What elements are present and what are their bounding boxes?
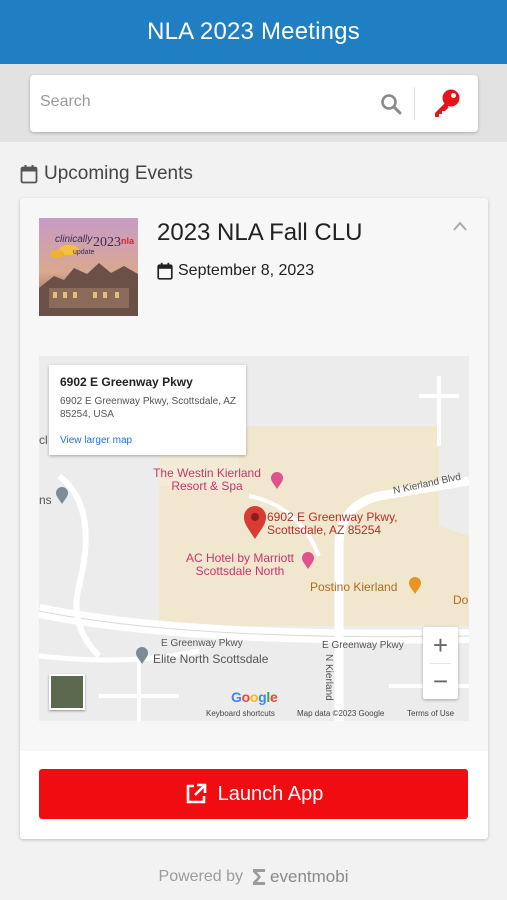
search-band: Search [0, 64, 507, 142]
eventmobi-brand: eventmobi [270, 867, 349, 886]
calendar-icon [20, 165, 38, 184]
street-greenway-right: E Greenway Pkwy [322, 640, 404, 651]
svg-text:nla: nla [121, 236, 135, 246]
search-input[interactable]: Search [40, 93, 91, 111]
map-label-cl: cl [39, 433, 48, 447]
map-label-do: Do [453, 593, 469, 607]
map-pin-icon [136, 647, 148, 664]
map-label-westin: The Westin Kierland Resort & Spa [153, 466, 261, 493]
map-data-attribution: Map data ©2023 Google [297, 709, 385, 718]
calendar-icon [157, 262, 173, 280]
powered-by: Powered by eventmobi [0, 867, 507, 887]
map-pin-icon [409, 577, 421, 594]
street-n-kierland: N Kierland [323, 654, 334, 701]
svg-text:2023: 2023 [93, 235, 121, 250]
map-label-ns: ns [39, 493, 52, 507]
map-pin-icon [56, 487, 68, 504]
google-logo: Google [231, 689, 278, 705]
search-box[interactable]: Search [30, 75, 478, 132]
map-label-elite: Elite North Scottsdale [153, 652, 269, 666]
event-thumbnail: clinically 2023 nla update [39, 218, 138, 316]
app-header: NLA 2023 Meetings [0, 0, 507, 64]
section-title: Upcoming Events [44, 163, 193, 184]
launch-app-button[interactable]: Launch App [39, 769, 468, 819]
map-keyboard-shortcuts[interactable]: Keyboard shortcuts [206, 709, 275, 718]
zoom-in-button[interactable]: + [423, 627, 458, 663]
launch-app-label: Launch App [217, 782, 324, 805]
app-title: NLA 2023 Meetings [147, 18, 360, 45]
map-satellite-toggle[interactable] [49, 674, 85, 710]
map-label-postino: Postino Kierland [310, 580, 398, 594]
map-terms-link[interactable]: Terms of Use [407, 709, 454, 718]
chevron-up-icon[interactable] [452, 220, 468, 232]
svg-text:clinically: clinically [55, 234, 93, 245]
external-link-icon [186, 783, 206, 804]
event-title[interactable]: 2023 NLA Fall CLU [157, 219, 362, 247]
map-marker-address: 6902 E Greenway Pkwy, Scottsdale, AZ 852… [267, 510, 398, 537]
event-thumbnail-image: clinically 2023 nla update [39, 218, 138, 316]
powered-by-text: Powered by [158, 868, 244, 885]
map-pin-icon [271, 472, 283, 489]
map-pin-icon [244, 506, 266, 539]
map-label-ac-hotel: AC Hotel by Marriott Scottsdale North [185, 551, 295, 578]
section-header: Upcoming Events [20, 163, 193, 185]
search-divider [414, 87, 415, 120]
info-address-full: 6902 E Greenway Pkwy, Scottsdale, AZ 852… [60, 396, 237, 420]
map-info-box: 6902 E Greenway Pkwy 6902 E Greenway Pkw… [49, 365, 246, 455]
view-larger-map-link[interactable]: View larger map [60, 435, 132, 446]
info-address-title: 6902 E Greenway Pkwy [60, 375, 193, 389]
key-icon[interactable] [429, 87, 463, 121]
zoom-separator [430, 663, 451, 664]
event-date-row: September 8, 2023 [157, 262, 314, 280]
map-zoom-controls[interactable]: + − [423, 627, 458, 699]
map-pin-icon [302, 552, 314, 569]
event-date: September 8, 2023 [178, 262, 315, 279]
card-footer: Launch App [20, 751, 488, 839]
event-card[interactable]: clinically 2023 nla update 2023 NLA Fall… [20, 198, 488, 839]
search-icon[interactable] [379, 92, 403, 116]
svg-text:update: update [73, 249, 95, 256]
event-map[interactable]: 6902 E Greenway Pkwy 6902 E Greenway Pkw… [39, 356, 469, 721]
eventmobi-logo-icon [253, 869, 266, 885]
zoom-out-button[interactable]: − [423, 663, 458, 699]
street-greenway-left: E Greenway Pkwy [161, 638, 243, 649]
